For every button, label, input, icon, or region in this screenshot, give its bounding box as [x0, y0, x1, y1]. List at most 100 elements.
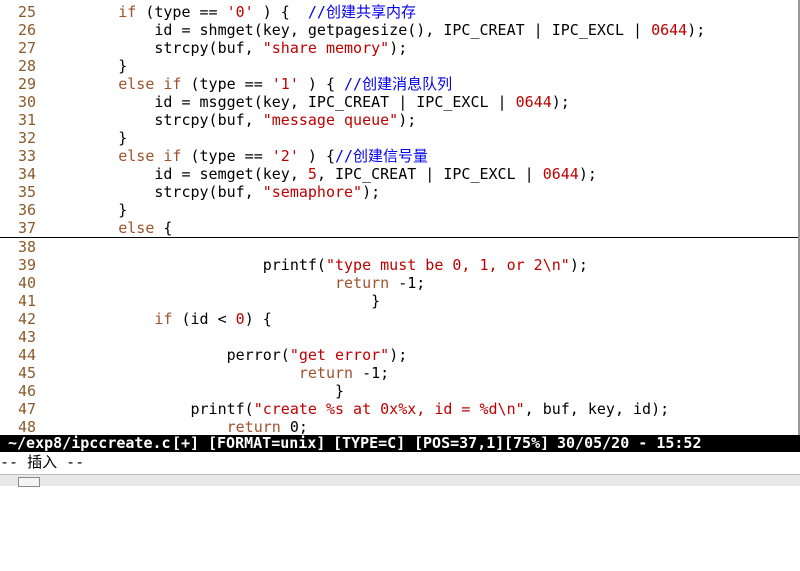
- code-line[interactable]: 46 }: [0, 382, 800, 400]
- code-comment: //创建共享内存: [307, 3, 416, 21]
- code-number: 5: [307, 165, 317, 183]
- code-line[interactable]: 36 }: [0, 201, 800, 219]
- scrollbar-thumb[interactable]: [18, 477, 40, 487]
- code-token: id = shmget(key, getpagesize(), IPC_CREA…: [46, 21, 652, 39]
- code-text: }: [46, 201, 127, 219]
- code-token: (id <: [172, 310, 236, 328]
- code-text: id = msgget(key, IPC_CREAT | IPC_EXCL | …: [46, 93, 570, 111]
- line-number: 34: [18, 165, 37, 183]
- code-token: perror(: [46, 346, 290, 364]
- code-token: );: [578, 165, 597, 183]
- code-keyword: return: [298, 364, 354, 382]
- code-text: if (type == '0' ) { //创建共享内存: [46, 3, 416, 21]
- scroll-percent: [75%]: [504, 434, 550, 452]
- line-number: 33: [18, 147, 37, 165]
- code-token: );: [551, 93, 570, 111]
- code-line[interactable]: 26 id = shmget(key, getpagesize(), IPC_C…: [0, 21, 800, 39]
- modified-flag: [+]: [172, 434, 200, 452]
- code-line[interactable]: 28 }: [0, 57, 800, 75]
- code-text: else if (type == '2' ) {//创建信号量: [46, 147, 428, 165]
- code-number: 0644: [515, 93, 552, 111]
- line-number: 27: [18, 39, 37, 57]
- code-token: , buf, key, id);: [524, 400, 670, 418]
- code-line[interactable]: 34 id = semget(key, 5, IPC_CREAT | IPC_E…: [0, 165, 800, 183]
- code-line[interactable]: 38: [0, 238, 800, 256]
- line-number: 29: [18, 75, 37, 93]
- code-line[interactable]: 29 else if (type == '1' ) { //创建消息队列: [0, 75, 800, 93]
- line-number: 43: [18, 328, 37, 346]
- code-token: }: [46, 292, 381, 310]
- code-string: "get error": [289, 346, 390, 364]
- code-line[interactable]: 44 perror("get error");: [0, 346, 800, 364]
- code-token: ) {: [253, 3, 308, 21]
- code-token: id = msgget(key, IPC_CREAT | IPC_EXCL |: [46, 93, 516, 111]
- code-token: (type ==: [181, 75, 272, 93]
- code-token: strcpy(buf,: [46, 183, 263, 201]
- code-text: printf("create %s at 0x%x, id = %d\n", b…: [46, 400, 669, 418]
- code-token: }: [46, 382, 345, 400]
- code-line[interactable]: 41 }: [0, 292, 800, 310]
- code-token: );: [389, 39, 408, 57]
- code-token: -1;: [353, 364, 390, 382]
- status-line: ~/exp8/ipccreate.c [+] [FORMAT=unix] [TY…: [0, 435, 800, 452]
- code-text: if (id < 0) {: [46, 310, 272, 328]
- code-text: else if (type == '1' ) { //创建消息队列: [46, 75, 452, 93]
- line-number: 25: [18, 3, 37, 21]
- code-line[interactable]: 47 printf("create %s at 0x%x, id = %d\n"…: [0, 400, 800, 418]
- code-text: }: [46, 129, 127, 147]
- code-line[interactable]: 43: [0, 328, 800, 346]
- code-line[interactable]: 39 printf("type must be 0, 1, or 2\n");: [0, 256, 800, 274]
- code-string: '2': [271, 147, 299, 165]
- code-string: "create %s at 0x%x, id = %d\n": [253, 400, 525, 418]
- code-line[interactable]: 42 if (id < 0) {: [0, 310, 800, 328]
- code-line[interactable]: 30 id = msgget(key, IPC_CREAT | IPC_EXCL…: [0, 93, 800, 111]
- code-token: id = semget(key,: [46, 165, 308, 183]
- line-number: 46: [18, 382, 37, 400]
- code-comment: //创建消息队列: [344, 75, 453, 93]
- code-line[interactable]: 31 strcpy(buf, "message queue");: [0, 111, 800, 129]
- code-number: 0: [235, 310, 245, 328]
- code-line[interactable]: 40 return -1;: [0, 274, 800, 292]
- code-token: (type ==: [181, 147, 272, 165]
- code-token: ) {: [298, 147, 335, 165]
- line-number: 44: [18, 346, 37, 364]
- code-token: strcpy(buf,: [46, 39, 263, 57]
- code-token: }: [46, 57, 128, 75]
- line-number: 42: [18, 310, 37, 328]
- code-keyword: if: [154, 310, 173, 328]
- filetype-indicator: [TYPE=C]: [333, 434, 406, 452]
- code-text: }: [46, 292, 380, 310]
- code-token: ) {: [298, 75, 345, 93]
- horizontal-scrollbar[interactable]: [0, 474, 800, 487]
- code-token: }: [46, 129, 128, 147]
- code-line[interactable]: 25 if (type == '0' ) { //创建共享内存: [0, 3, 800, 21]
- code-line[interactable]: 27 strcpy(buf, "share memory");: [0, 39, 800, 57]
- code-token: ) {: [244, 310, 272, 328]
- code-text: return -1;: [46, 274, 425, 292]
- line-number: 32: [18, 129, 37, 147]
- code-line[interactable]: 35 strcpy(buf, "semaphore");: [0, 183, 800, 201]
- code-line[interactable]: 32 }: [0, 129, 800, 147]
- code-text: printf("type must be 0, 1, or 2\n");: [46, 256, 588, 274]
- code-token: );: [687, 21, 706, 39]
- code-line[interactable]: 45 return -1;: [0, 364, 800, 382]
- line-number: 26: [18, 21, 37, 39]
- code-editor[interactable]: 25 if (type == '0' ) { //创建共享内存 26 id = s…: [0, 3, 800, 436]
- code-token: );: [398, 111, 417, 129]
- code-line[interactable]: 37 else {: [0, 219, 800, 238]
- line-number: 35: [18, 183, 37, 201]
- code-token: strcpy(buf,: [46, 111, 263, 129]
- line-number: 45: [18, 364, 37, 382]
- code-token: -1;: [389, 274, 426, 292]
- file-path: ~/exp8/ipccreate.c: [8, 434, 171, 452]
- code-line[interactable]: 33 else if (type == '2' ) {//创建信号量: [0, 147, 800, 165]
- code-string: "message queue": [262, 111, 399, 129]
- code-string: "semaphore": [262, 183, 363, 201]
- mode-indicator: -- 插入 --: [0, 453, 85, 471]
